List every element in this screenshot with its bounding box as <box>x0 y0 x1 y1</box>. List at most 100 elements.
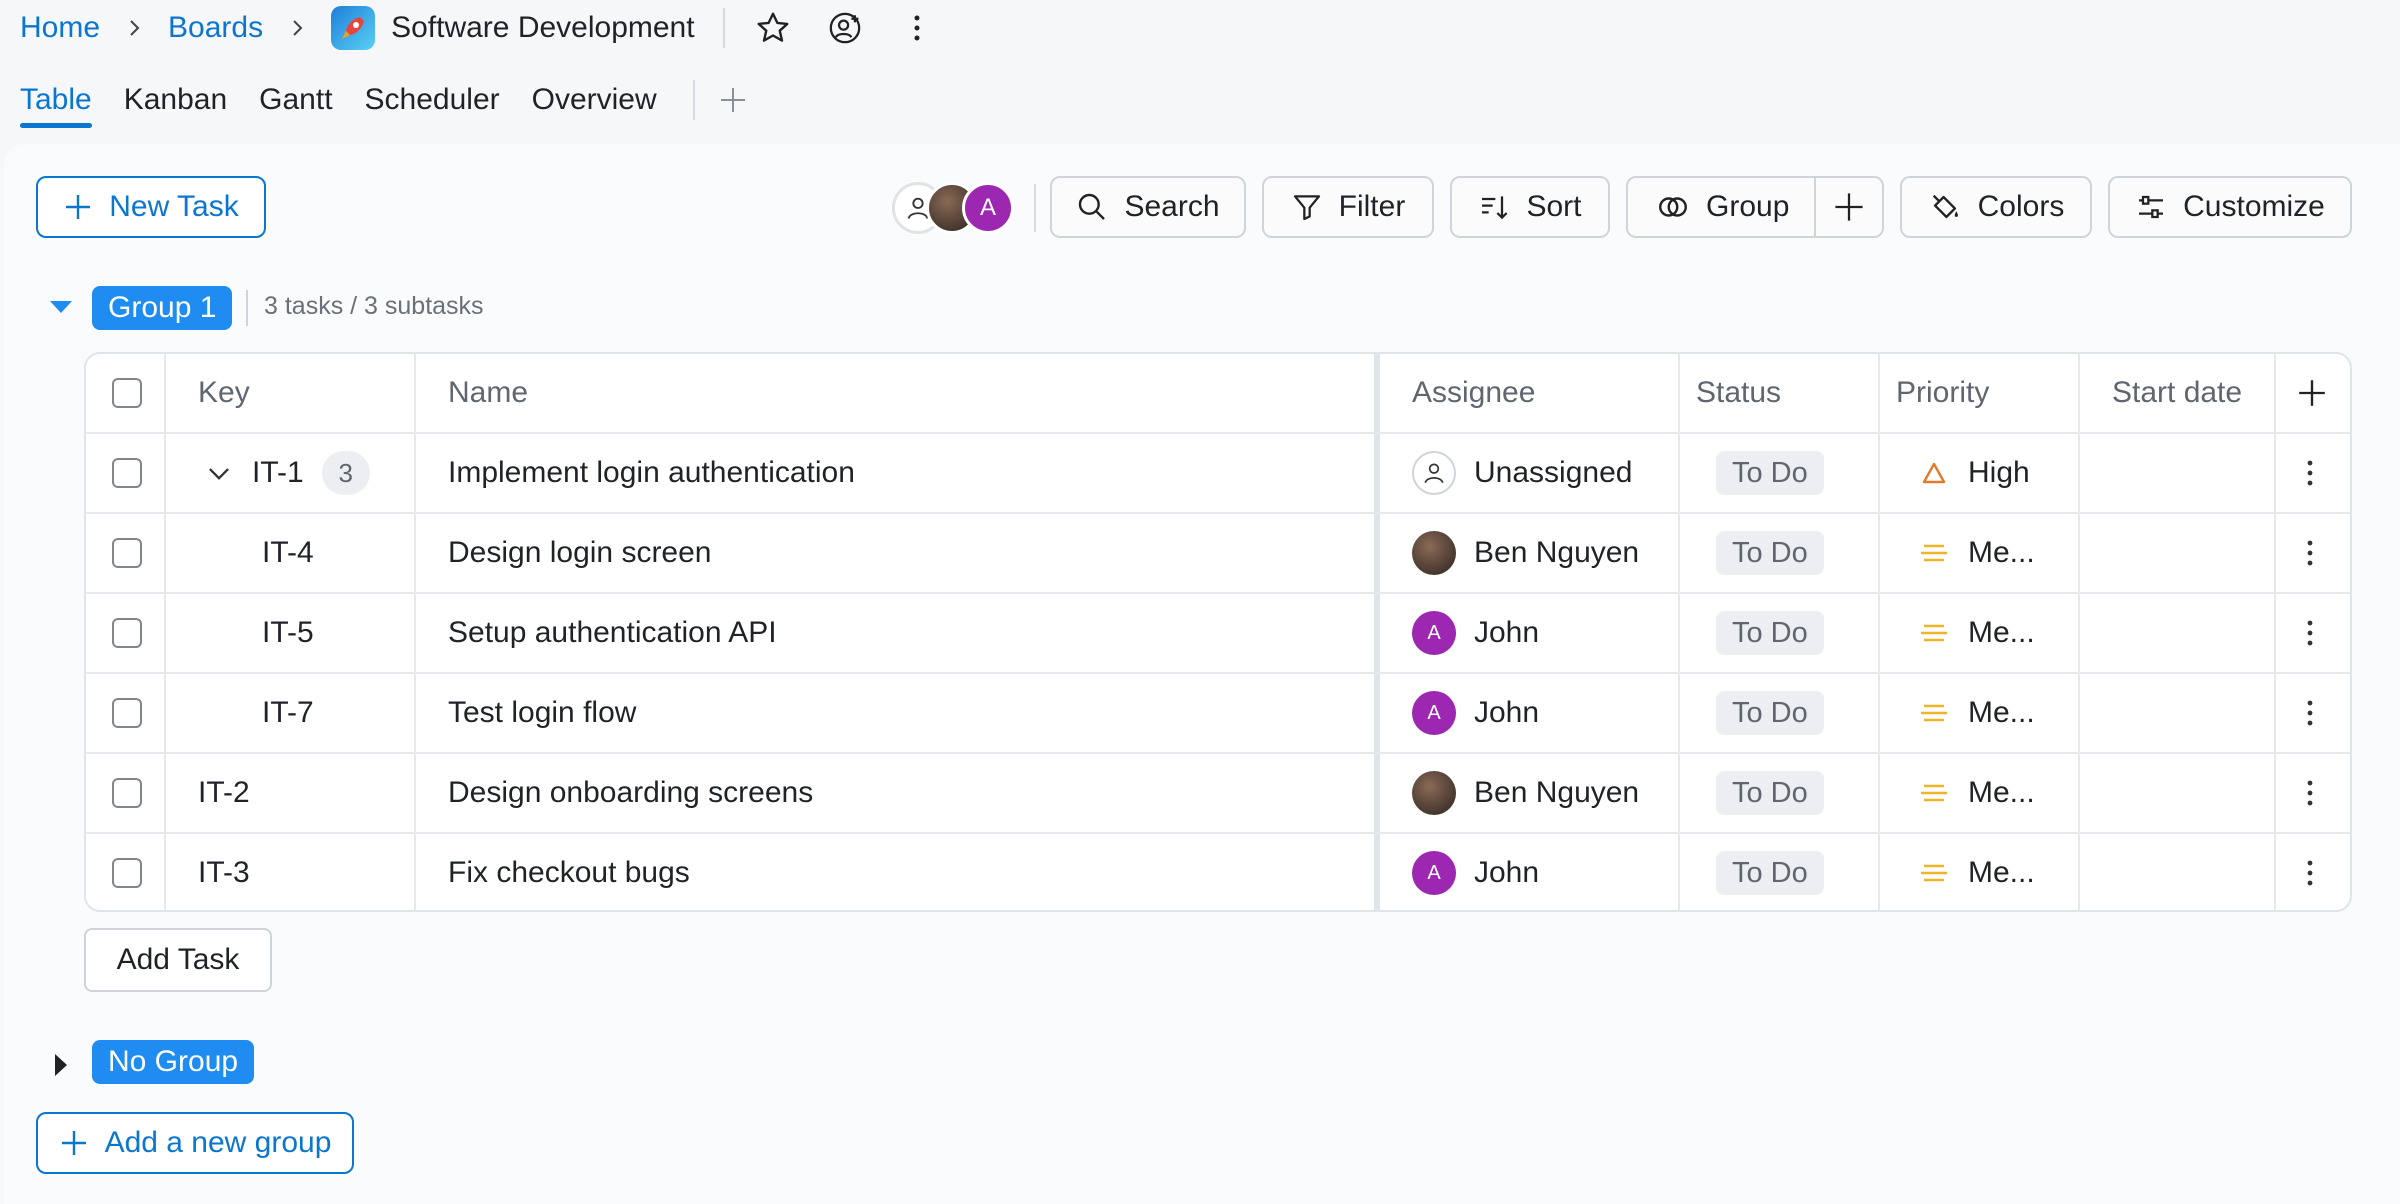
status-badge[interactable]: To Do <box>1716 531 1824 575</box>
group-chip-group-1[interactable]: Group 1 <box>92 286 233 330</box>
tab-kanban[interactable]: Kanban <box>124 72 227 128</box>
row-checkbox[interactable] <box>112 458 142 488</box>
priority-cell[interactable]: Me... <box>1918 754 2035 832</box>
row-menu-icon[interactable] <box>2306 434 2314 512</box>
unassigned-user-icon <box>1412 451 1456 495</box>
breadcrumb-home[interactable]: Home <box>20 11 100 45</box>
task-name[interactable]: Design login screen <box>448 514 711 592</box>
group-chip-no-group[interactable]: No Group <box>92 1040 255 1084</box>
breadcrumb-boards[interactable]: Boards <box>168 11 263 45</box>
tab-gantt[interactable]: Gantt <box>259 72 332 128</box>
assignee-cell[interactable]: A John <box>1412 674 1539 752</box>
row-menu-icon[interactable] <box>2306 834 2314 910</box>
task-table: Key Name Assignee Status Priority Start … <box>84 352 2352 912</box>
priority-medium-icon <box>1918 697 1950 729</box>
assignee-cell[interactable]: A John <box>1412 594 1539 672</box>
assignee-cell[interactable]: A John <box>1412 834 1540 910</box>
add-group-by-icon[interactable] <box>1832 190 1882 232</box>
search-label: Search <box>1124 190 1220 223</box>
row-checkbox[interactable] <box>112 538 142 568</box>
tab-table[interactable]: Table <box>20 72 92 128</box>
avatar: A <box>1412 851 1456 895</box>
task-name[interactable]: Setup authentication API <box>448 594 777 672</box>
table-row[interactable]: IT-1 3 Implement login authentication Un… <box>86 434 2350 514</box>
column-header-key[interactable]: Key <box>198 354 250 432</box>
select-all-checkbox[interactable] <box>112 378 142 408</box>
chevron-down-icon[interactable] <box>206 460 232 486</box>
row-menu-icon[interactable] <box>2306 674 2314 752</box>
priority-cell[interactable]: Me... <box>1918 514 2035 592</box>
assignee-name: John <box>1474 616 1540 649</box>
add-column-icon[interactable] <box>2296 354 2328 432</box>
priority-cell[interactable]: High <box>1918 434 2030 512</box>
add-view-icon[interactable] <box>713 80 753 120</box>
avatar: A <box>1412 691 1456 735</box>
row-menu-icon[interactable] <box>2306 594 2314 672</box>
filter-icon <box>1293 195 1320 221</box>
column-header-start-date[interactable]: Start date <box>2112 354 2242 432</box>
status-badge[interactable]: To Do <box>1716 611 1824 655</box>
status-badge[interactable]: To Do <box>1716 451 1824 495</box>
table-row[interactable]: IT-3 Fix checkout bugs A John To Do Me..… <box>86 834 2350 910</box>
priority-cell[interactable]: Me... <box>1918 834 2035 910</box>
column-header-assignee[interactable]: Assignee <box>1412 354 1535 432</box>
sort-button[interactable]: Sort <box>1450 176 1610 238</box>
add-new-group-button[interactable]: Add a new group <box>36 1112 354 1174</box>
table-row[interactable]: IT-4 Design login screen Ben Nguyen To D… <box>86 514 2350 594</box>
star-icon[interactable] <box>753 8 793 48</box>
column-header-name[interactable]: Name <box>448 354 528 432</box>
new-task-label: New Task <box>109 190 239 223</box>
assignee-cell[interactable]: Ben Nguyen <box>1412 754 1639 832</box>
task-name[interactable]: Design onboarding screens <box>448 754 813 832</box>
group-button[interactable]: Group <box>1626 176 1884 238</box>
avatar: A <box>1412 611 1456 655</box>
customize-button[interactable]: Customize <box>2108 176 2352 238</box>
assignee-name: John <box>1474 856 1540 889</box>
add-new-group-label: Add a new group <box>104 1126 332 1159</box>
plus-icon <box>61 1131 86 1155</box>
status-badge[interactable]: To Do <box>1716 771 1824 815</box>
sort-icon <box>1482 196 1508 220</box>
caret-right-icon[interactable] <box>52 1052 70 1083</box>
more-vertical-icon[interactable] <box>897 8 937 48</box>
row-checkbox[interactable] <box>112 698 142 728</box>
task-name[interactable]: Test login flow <box>448 674 636 752</box>
status-badge[interactable]: To Do <box>1716 851 1824 895</box>
row-checkbox[interactable] <box>112 858 142 888</box>
subtask-count-badge: 3 <box>321 451 370 495</box>
row-checkbox[interactable] <box>112 618 142 648</box>
add-task-button[interactable]: Add Task <box>84 928 272 992</box>
row-menu-icon[interactable] <box>2306 514 2314 592</box>
search-icon <box>1079 193 1106 220</box>
filter-button[interactable]: Filter <box>1262 176 1434 238</box>
tab-overview[interactable]: Overview <box>532 72 657 128</box>
sort-label: Sort <box>1526 190 1582 223</box>
status-badge[interactable]: To Do <box>1716 691 1824 735</box>
search-button[interactable]: Search <box>1050 176 1246 238</box>
customize-label: Customize <box>2183 190 2325 223</box>
colors-button[interactable]: Colors <box>1900 176 2092 238</box>
member-avatars[interactable]: A <box>892 182 1020 234</box>
priority-medium-icon <box>1918 777 1950 809</box>
table-row[interactable]: IT-7 Test login flow A John To Do Me... <box>86 674 2350 754</box>
priority-cell[interactable]: Me... <box>1918 594 2035 672</box>
row-checkbox[interactable] <box>112 778 142 808</box>
tab-scheduler[interactable]: Scheduler <box>365 72 500 128</box>
column-header-priority[interactable]: Priority <box>1896 354 1989 432</box>
sliders-icon <box>2139 195 2164 219</box>
add-user-icon[interactable] <box>825 8 865 48</box>
new-task-button[interactable]: New Task <box>36 176 266 238</box>
column-header-status[interactable]: Status <box>1696 354 1781 432</box>
task-name[interactable]: Implement login authentication <box>448 434 855 512</box>
priority-medium-icon <box>1918 537 1950 569</box>
task-key: IT-7 <box>262 696 314 729</box>
table-row[interactable]: IT-2 Design onboarding screens Ben Nguye… <box>86 754 2350 834</box>
task-name[interactable]: Fix checkout bugs <box>448 834 690 910</box>
task-key: IT-4 <box>262 536 314 569</box>
assignee-cell[interactable]: Unassigned <box>1412 434 1632 512</box>
priority-cell[interactable]: Me... <box>1918 674 2035 752</box>
table-row[interactable]: IT-5 Setup authentication API A John To … <box>86 594 2350 674</box>
assignee-cell[interactable]: Ben Nguyen <box>1412 514 1639 592</box>
row-menu-icon[interactable] <box>2306 754 2314 832</box>
caret-down-icon[interactable] <box>48 298 74 321</box>
